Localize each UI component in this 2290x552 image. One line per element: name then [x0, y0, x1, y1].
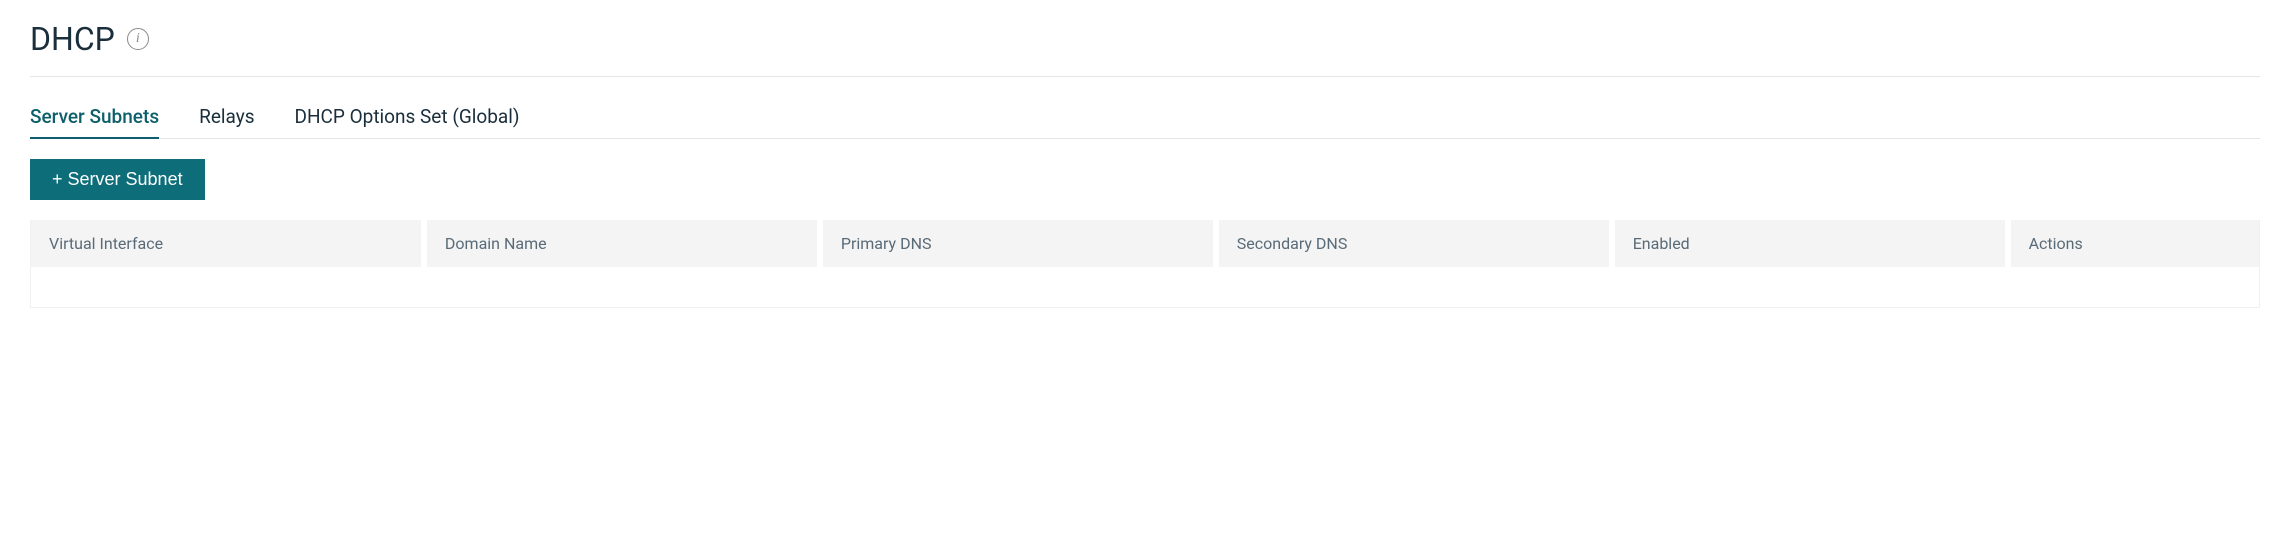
column-header-secondary-dns: Secondary DNS — [1219, 220, 1609, 267]
tab-relays[interactable]: Relays — [199, 105, 254, 138]
page-header: DHCP i — [30, 20, 2260, 77]
tabs: Server Subnets Relays DHCP Options Set (… — [30, 105, 2260, 139]
tab-server-subnets[interactable]: Server Subnets — [30, 105, 159, 138]
column-header-virtual-interface: Virtual Interface — [31, 220, 421, 267]
table-header-row: Virtual Interface Domain Name Primary DN… — [31, 220, 2259, 267]
add-server-subnet-button[interactable]: + Server Subnet — [30, 159, 205, 200]
toolbar: + Server Subnet — [30, 159, 2260, 200]
column-header-primary-dns: Primary DNS — [823, 220, 1213, 267]
server-subnets-table: Virtual Interface Domain Name Primary DN… — [30, 220, 2260, 308]
info-icon[interactable]: i — [127, 28, 149, 50]
tab-dhcp-options-global[interactable]: DHCP Options Set (Global) — [295, 105, 520, 138]
column-header-actions: Actions — [2011, 220, 2259, 267]
column-header-enabled: Enabled — [1615, 220, 2005, 267]
table-body — [31, 267, 2259, 307]
page-title: DHCP — [30, 20, 115, 58]
column-header-domain-name: Domain Name — [427, 220, 817, 267]
